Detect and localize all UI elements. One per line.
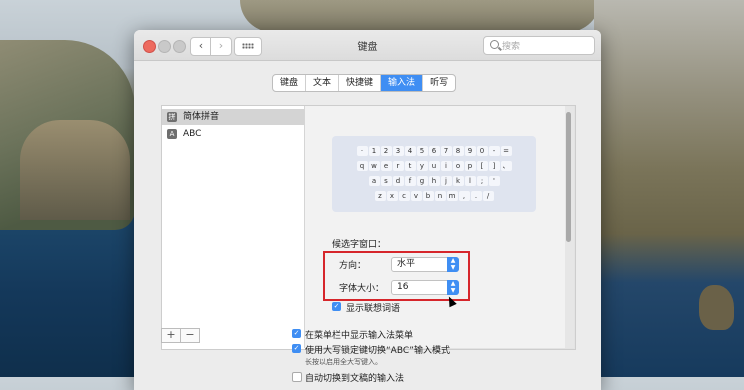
font-size-value: 16 xyxy=(397,282,409,292)
key: b xyxy=(422,191,434,201)
tab-shortcuts[interactable]: 快捷键 xyxy=(339,75,382,91)
key: w xyxy=(368,161,380,171)
titlebar: ‹ › 键盘 搜索 xyxy=(134,30,601,61)
key: 8 xyxy=(452,146,464,156)
search-icon xyxy=(490,40,499,49)
search-field[interactable]: 搜索 xyxy=(483,36,595,55)
key: 0 xyxy=(476,146,488,156)
tab-text[interactable]: 文本 xyxy=(306,75,340,91)
input-source-options: · 1 2 3 4 5 6 7 8 9 0- = q w e r t y u i o p[]、 a s d f g h j k l; ' … xyxy=(304,106,574,348)
source-list-buttons: + − xyxy=(161,328,200,343)
key: / xyxy=(482,191,494,201)
keyboard-preferences-window: ‹ › 键盘 搜索 键盘 文本 快捷键 输入法 听写 拼 简体拼音 A ABC … xyxy=(134,30,601,390)
key: ] xyxy=(488,161,500,171)
key: e xyxy=(380,161,392,171)
desktop-cliff-left-lower xyxy=(20,120,130,220)
font-size-popup[interactable]: 16 ▲ ▼ xyxy=(391,280,459,295)
tab-dictation[interactable]: 听写 xyxy=(423,75,455,91)
remove-source-button[interactable]: − xyxy=(181,329,199,342)
show-menu-checkbox[interactable]: ✓ xyxy=(292,329,301,338)
key: g xyxy=(416,176,428,186)
key: 9 xyxy=(464,146,476,156)
desktop-mountain-top xyxy=(240,0,600,32)
key: o xyxy=(452,161,464,171)
input-source-label: 简体拼音 xyxy=(183,112,220,122)
key: r xyxy=(392,161,404,171)
input-source-abc[interactable]: A ABC xyxy=(162,126,305,142)
chevron-updown-icon: ▲ ▼ xyxy=(447,257,459,272)
preference-tabs: 键盘 文本 快捷键 输入法 听写 xyxy=(272,74,457,92)
abc-icon: A xyxy=(167,129,177,139)
key: p xyxy=(464,161,476,171)
key: s xyxy=(380,176,392,186)
key: , xyxy=(458,191,470,201)
key: q xyxy=(356,161,368,171)
show-associated-label: 显示联想词语 xyxy=(346,304,401,314)
key: n xyxy=(434,191,446,201)
chevron-updown-icon: ▲ ▼ xyxy=(447,280,459,295)
key: [ xyxy=(476,161,488,171)
key: - xyxy=(488,146,500,156)
key: d xyxy=(392,176,404,186)
pinyin-icon: 拼 xyxy=(167,112,177,122)
key: ' xyxy=(488,176,500,186)
key: · xyxy=(356,146,368,156)
key: y xyxy=(416,161,428,171)
input-source-list: 拼 简体拼音 A ABC xyxy=(161,105,306,350)
keyboard-row: a s d f g h j k l; ' xyxy=(332,176,536,186)
key: l xyxy=(464,176,476,186)
capslock-note: 长按以启用全大写键入。 xyxy=(305,358,382,366)
desktop-sea-rock xyxy=(699,285,734,330)
key: m xyxy=(446,191,458,201)
direction-value: 水平 xyxy=(397,259,416,269)
auto-switch-checkbox[interactable] xyxy=(292,372,302,382)
key: c xyxy=(398,191,410,201)
key: x xyxy=(386,191,398,201)
key: 6 xyxy=(428,146,440,156)
key: . xyxy=(470,191,482,201)
key: = xyxy=(500,146,512,156)
show-menu-label: 在菜单栏中显示输入法菜单 xyxy=(305,331,414,341)
keyboard-layout-preview: · 1 2 3 4 5 6 7 8 9 0- = q w e r t y u i o p[]、 a s d f g h j k l; ' … xyxy=(332,136,536,212)
search-placeholder: 搜索 xyxy=(502,42,521,52)
add-source-button[interactable]: + xyxy=(162,329,181,342)
key: h xyxy=(428,176,440,186)
font-size-label: 字体大小： xyxy=(339,284,385,294)
direction-popup[interactable]: 水平 ▲ ▼ xyxy=(391,257,459,272)
key: u xyxy=(428,161,440,171)
input-source-pinyin[interactable]: 拼 简体拼音 xyxy=(162,109,305,125)
show-associated-checkbox[interactable]: ✓ xyxy=(332,302,341,311)
key: 7 xyxy=(440,146,452,156)
key: 、 xyxy=(500,161,512,171)
capslock-checkbox[interactable]: ✓ xyxy=(292,344,301,353)
key: 5 xyxy=(416,146,428,156)
keyboard-row: · 1 2 3 4 5 6 7 8 9 0- = xyxy=(332,146,536,156)
input-source-label: ABC xyxy=(183,129,202,139)
options-scroll-area: · 1 2 3 4 5 6 7 8 9 0- = q w e r t y u i o p[]、 a s d f g h j k l; ' … xyxy=(304,106,565,348)
key: v xyxy=(410,191,422,201)
key: a xyxy=(368,176,380,186)
key: z xyxy=(374,191,386,201)
options-scrollbar[interactable] xyxy=(566,112,571,242)
key: ; xyxy=(476,176,488,186)
key: 4 xyxy=(404,146,416,156)
key: i xyxy=(440,161,452,171)
key: j xyxy=(440,176,452,186)
tab-keyboard[interactable]: 键盘 xyxy=(273,75,307,91)
tab-input-sources[interactable]: 输入法 xyxy=(381,75,424,91)
direction-label: 方向： xyxy=(339,261,367,271)
key: k xyxy=(452,176,464,186)
keyboard-row: z x c v b n m,. / xyxy=(332,191,536,201)
key: t xyxy=(404,161,416,171)
key: 3 xyxy=(392,146,404,156)
key: 1 xyxy=(368,146,380,156)
candidate-window-label: 候选字窗口： xyxy=(332,240,387,250)
capslock-label: 使用大写锁定键切换“ABC”输入模式 xyxy=(305,346,450,356)
key: f xyxy=(404,176,416,186)
keyboard-row: q w e r t y u i o p[]、 xyxy=(332,161,536,171)
auto-switch-label: 自动切换到文稿的输入法 xyxy=(305,374,405,384)
key: 2 xyxy=(380,146,392,156)
